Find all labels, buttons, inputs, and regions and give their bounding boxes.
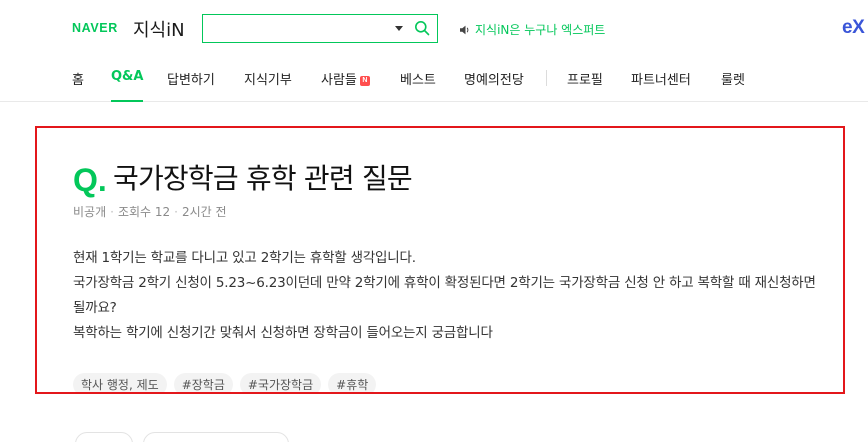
nav-item-partner-center[interactable]: 파트너센터 — [631, 69, 691, 88]
question-mark-label: Q. — [73, 162, 107, 198]
tag-national-scholarship[interactable]: #국가장학금 — [239, 373, 322, 392]
question-card: Q. 국가장학금 휴학 관련 질문 비공개 · 조회수 12 · 2시간 전 현… — [35, 126, 845, 394]
question-title: 국가장학금 휴학 관련 질문 — [113, 162, 413, 195]
nav-item-qna[interactable]: Q&A — [111, 69, 144, 102]
search-dropdown-icon[interactable] — [395, 26, 403, 31]
tag-leave-of-absence[interactable]: #휴학 — [328, 373, 377, 392]
speaker-icon — [460, 25, 469, 34]
question-tags: 학사 행정, 제도 #장학금 #국가장학금 #휴학 — [73, 373, 377, 392]
question-meta: 비공개 · 조회수 12 · 2시간 전 — [73, 203, 227, 220]
expert-notice-link[interactable]: 지식iN은 누구나 엑스퍼트 — [459, 21, 605, 38]
nav-item-donate[interactable]: 지식기부 — [244, 69, 292, 88]
nav-divider — [546, 70, 547, 86]
meta-separator: · — [110, 204, 114, 219]
tag-category[interactable]: 학사 행정, 제도 — [73, 373, 167, 392]
nav-item-people[interactable]: 사람들 N — [321, 69, 370, 88]
expert-logo[interactable]: eX — [842, 17, 865, 39]
expert-notice-text: 지식iN은 누구나 엑스퍼트 — [475, 23, 606, 37]
question-body-line: 현재 1학기는 학교를 다니고 있고 2학기는 휴학할 생각입니다. — [73, 250, 416, 266]
search-icon[interactable] — [414, 20, 430, 36]
nav-item-hall-of-fame[interactable]: 명예의전당 — [464, 69, 524, 88]
main-nav: 홈 Q&A 답변하기 지식기부 사람들 N 베스트 명예의전당 프로필 파트너센터… — [0, 56, 868, 102]
question-time: 2시간 전 — [182, 205, 227, 219]
question-author: 비공개 — [73, 205, 107, 219]
nav-item-home[interactable]: 홈 — [72, 69, 84, 88]
nav-item-answer[interactable]: 답변하기 — [167, 69, 215, 88]
nav-item-best[interactable]: 베스트 — [400, 69, 436, 88]
question-views: 조회수 12 — [117, 205, 171, 219]
question-body-line: 국가장학금 2학기 신청이 5.23~6.23이던데 만약 2학기에 휴학이 확… — [73, 275, 816, 316]
top-header: NAVER 지식iN 지식iN은 누구나 엑스퍼트 eX — [0, 0, 868, 56]
action-button[interactable] — [143, 432, 289, 442]
nav-item-people-label: 사람들 — [321, 73, 357, 88]
meta-separator: · — [174, 204, 178, 219]
action-button[interactable] — [75, 432, 133, 442]
search-input[interactable] — [209, 19, 389, 38]
kin-logo[interactable]: 지식iN — [133, 16, 185, 42]
new-badge: N — [359, 76, 370, 86]
question-body: 현재 1학기는 학교를 다니고 있고 2학기는 휴학할 생각입니다. 국가장학금… — [73, 246, 823, 346]
question-body-line: 복학하는 학기에 신청기간 맞춰서 신청하면 장학금이 들어오는지 궁금합니다 — [73, 325, 493, 341]
nav-item-roulette[interactable]: 룰렛 — [721, 69, 745, 88]
tag-scholarship[interactable]: #장학금 — [173, 373, 233, 392]
naver-logo[interactable]: NAVER — [72, 21, 118, 35]
nav-item-profile[interactable]: 프로필 — [567, 69, 603, 88]
